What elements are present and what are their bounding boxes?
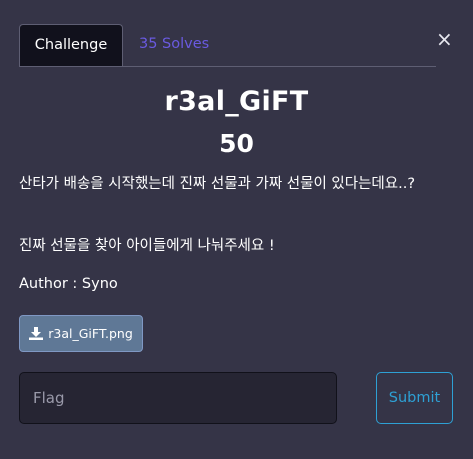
file-name-label: r3al_GiFT.png (48, 326, 133, 341)
download-file-button[interactable]: r3al_GiFT.png (19, 315, 143, 352)
flag-input[interactable] (19, 372, 337, 424)
description-line-2: 진짜 선물을 찾아 아이들에게 나눠주세요 ! (19, 238, 275, 254)
tab-challenge[interactable]: Challenge (19, 24, 123, 66)
close-icon[interactable]: × (436, 27, 453, 51)
submit-button[interactable]: Submit (376, 372, 453, 424)
author-text: Author : Syno (19, 276, 118, 292)
challenge-points: 50 (219, 129, 254, 158)
download-icon (29, 327, 44, 340)
challenge-title: r3al_GiFT (164, 86, 309, 117)
challenge-tabs: Challenge 35 Solves (19, 24, 436, 67)
description-line-1: 산타가 배송을 시작했는데 진짜 선물과 가짜 선물이 있다는데요..? (19, 176, 416, 192)
tab-solves[interactable]: 35 Solves (139, 24, 209, 65)
